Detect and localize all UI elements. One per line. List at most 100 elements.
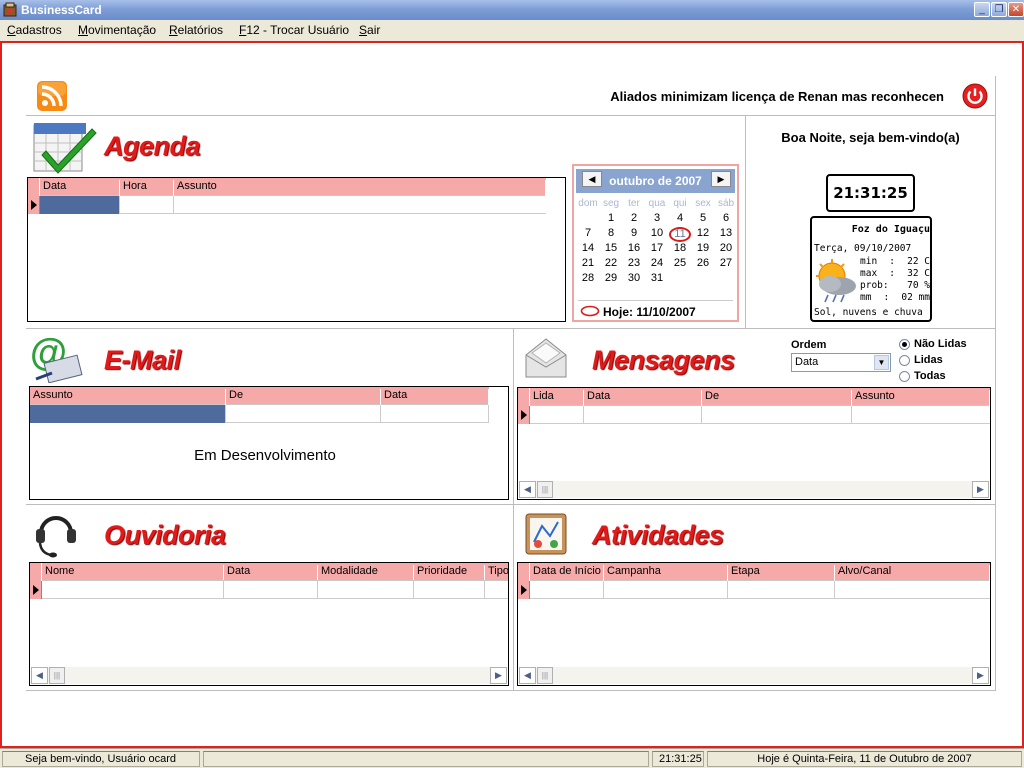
- maximize-button[interactable]: ❐: [991, 2, 1007, 17]
- column-header[interactable]: Alvo/Canal: [835, 565, 990, 581]
- column-header[interactable]: De: [702, 390, 852, 406]
- calendar-day[interactable]: 31: [646, 272, 668, 284]
- column-header[interactable]: Modalidade: [318, 565, 414, 580]
- calendar-day[interactable]: 4: [669, 212, 691, 224]
- calendar-day[interactable]: 18: [669, 242, 691, 254]
- scroll-right-button[interactable]: ▶: [490, 667, 507, 684]
- atividades-grid[interactable]: Data de Início Campanha Etapa Alvo/Canal…: [517, 562, 991, 686]
- scroll-right-button[interactable]: ▶: [972, 481, 989, 498]
- minimize-button[interactable]: _: [974, 2, 990, 17]
- close-button[interactable]: ✕: [1008, 2, 1024, 17]
- table-cell[interactable]: [120, 196, 174, 214]
- calendar-day[interactable]: 13: [715, 227, 737, 239]
- order-select[interactable]: Data ▼: [791, 353, 891, 372]
- table-row[interactable]: [530, 406, 990, 424]
- column-header[interactable]: Lida: [530, 390, 584, 406]
- calendar-day[interactable]: 24: [646, 257, 668, 269]
- scroll-left-button[interactable]: ◀: [519, 667, 536, 684]
- table-cell[interactable]: [42, 581, 224, 599]
- calendar-day[interactable]: 22: [600, 257, 622, 269]
- email-grid[interactable]: Assunto De Data Em Desenvolvimento: [29, 386, 509, 500]
- messages-grid[interactable]: Lida Data De Assunto ◀ ||| ▶: [517, 387, 991, 500]
- calendar-day[interactable]: 6: [715, 212, 737, 224]
- scroll-right-button[interactable]: ▶: [972, 667, 989, 684]
- ouvidoria-grid[interactable]: Nome Data Modalidade Prioridade Tipo ◀ |…: [29, 562, 509, 686]
- radio-todas[interactable]: [899, 371, 910, 382]
- radio-lidas[interactable]: [899, 355, 910, 366]
- column-header[interactable]: Hora: [120, 180, 174, 196]
- today-label[interactable]: Hoje: 11/10/2007: [603, 305, 696, 319]
- table-cell[interactable]: [224, 581, 318, 599]
- calendar-day[interactable]: 28: [577, 272, 599, 284]
- calendar-day[interactable]: 19: [692, 242, 714, 254]
- column-header[interactable]: Assunto: [852, 390, 990, 406]
- scroll-thumb[interactable]: |||: [49, 667, 65, 684]
- column-header[interactable]: Data de Início: [530, 565, 604, 581]
- radio-nao-lidas[interactable]: [899, 339, 910, 350]
- news-ticker[interactable]: Aliados minimizam licença de Renan mas r…: [520, 89, 944, 104]
- scroll-left-button[interactable]: ◀: [31, 667, 48, 684]
- calendar-day[interactable]: 25: [669, 257, 691, 269]
- column-header[interactable]: Data: [40, 180, 120, 196]
- horizontal-scrollbar[interactable]: ◀ ||| ▶: [31, 667, 507, 684]
- table-cell[interactable]: [584, 406, 702, 424]
- table-cell[interactable]: [702, 406, 852, 424]
- radio-lidas-label[interactable]: Lidas: [914, 354, 943, 366]
- horizontal-scrollbar[interactable]: ◀ ||| ▶: [519, 667, 989, 684]
- next-month-button[interactable]: ▶: [711, 171, 731, 187]
- calendar-day[interactable]: 17: [646, 242, 668, 254]
- calendar-day[interactable]: 9: [623, 227, 645, 239]
- calendar-day[interactable]: 23: [623, 257, 645, 269]
- chevron-down-icon[interactable]: ▼: [874, 355, 889, 370]
- table-cell[interactable]: [530, 581, 604, 599]
- radio-nao-lidas-label[interactable]: Não Lidas: [914, 338, 967, 350]
- column-header[interactable]: Campanha: [604, 565, 728, 581]
- calendar-day[interactable]: 3: [646, 212, 668, 224]
- column-header[interactable]: Assunto: [30, 389, 226, 405]
- menu-relatorios[interactable]: Relatórios: [169, 23, 223, 37]
- column-header[interactable]: Etapa: [728, 565, 835, 581]
- calendar-day[interactable]: 1: [600, 212, 622, 224]
- calendar-day[interactable]: 5: [692, 212, 714, 224]
- table-row[interactable]: [530, 581, 990, 599]
- calendar-day[interactable]: 16: [623, 242, 645, 254]
- selected-cell[interactable]: [30, 405, 226, 423]
- calendar-day[interactable]: 21: [577, 257, 599, 269]
- column-header[interactable]: Data: [224, 565, 318, 580]
- rss-icon[interactable]: [37, 81, 67, 111]
- column-header[interactable]: Data: [381, 389, 489, 405]
- month-calendar[interactable]: outubro de 2007 ◀ ▶ dom seg ter qua qui sex sá…: [572, 164, 739, 322]
- menu-sair[interactable]: Sair: [359, 23, 380, 37]
- scroll-thumb[interactable]: |||: [537, 481, 553, 498]
- calendar-day[interactable]: 7: [577, 227, 599, 239]
- calendar-day[interactable]: 20: [715, 242, 737, 254]
- calendar-day[interactable]: 26: [692, 257, 714, 269]
- scroll-thumb[interactable]: |||: [537, 667, 553, 684]
- column-header[interactable]: Assunto: [174, 180, 546, 196]
- column-header[interactable]: Prioridade: [414, 565, 485, 580]
- calendar-day-today[interactable]: 11: [669, 227, 691, 242]
- calendar-day[interactable]: 8: [600, 227, 622, 239]
- table-row[interactable]: [40, 196, 546, 214]
- calendar-day[interactable]: 27: [715, 257, 737, 269]
- column-header[interactable]: De: [226, 389, 381, 405]
- table-cell[interactable]: [414, 581, 485, 599]
- menu-cadastros[interactable]: Cadastros: [7, 23, 62, 37]
- table-row[interactable]: [30, 405, 489, 423]
- agenda-grid[interactable]: Data Hora Assunto: [27, 177, 566, 322]
- calendar-day[interactable]: 2: [623, 212, 645, 224]
- table-cell[interactable]: [381, 405, 489, 423]
- column-header[interactable]: Nome: [42, 565, 224, 580]
- calendar-day[interactable]: 12: [692, 227, 714, 239]
- horizontal-scrollbar[interactable]: ◀ ||| ▶: [519, 481, 989, 498]
- table-cell[interactable]: [728, 581, 835, 599]
- menu-movimentacao[interactable]: Movimentação: [78, 23, 156, 37]
- table-row[interactable]: [42, 581, 508, 599]
- table-cell[interactable]: [604, 581, 728, 599]
- column-header[interactable]: Data: [584, 390, 702, 406]
- calendar-day[interactable]: 10: [646, 227, 668, 239]
- menu-trocar-usuario[interactable]: F12 - Trocar Usuário: [239, 23, 349, 37]
- calendar-day[interactable]: 29: [600, 272, 622, 284]
- selected-cell[interactable]: [40, 196, 120, 214]
- calendar-day[interactable]: 15: [600, 242, 622, 254]
